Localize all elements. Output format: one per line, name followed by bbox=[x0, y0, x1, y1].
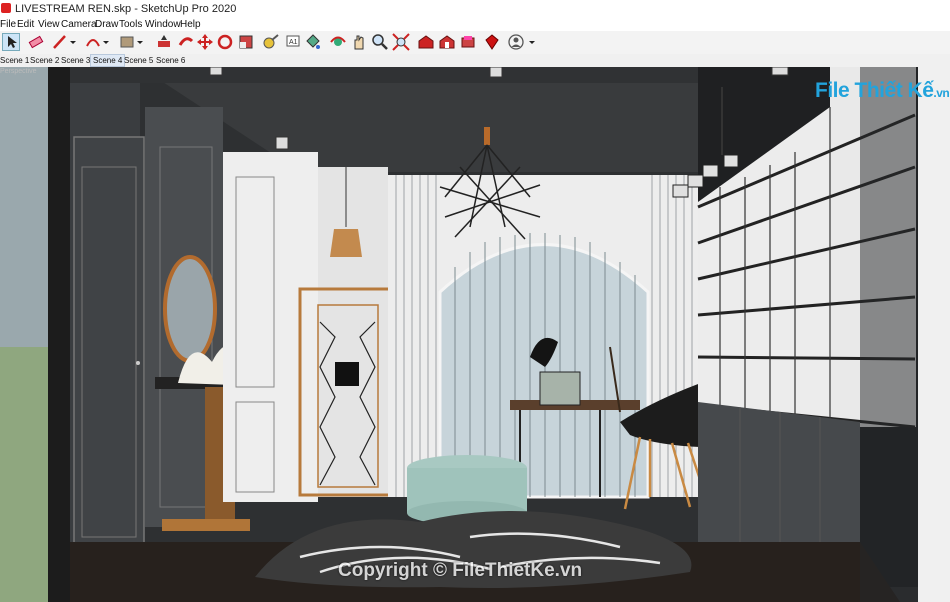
arc-icon[interactable] bbox=[84, 33, 102, 51]
zoom-icon[interactable] bbox=[371, 33, 389, 51]
scene-tab-2[interactable]: Scene 2 bbox=[28, 55, 61, 66]
dropdown-arrow-icon[interactable] bbox=[102, 33, 110, 51]
menu-file[interactable]: File bbox=[0, 19, 16, 30]
extension-warehouse-icon[interactable] bbox=[438, 33, 456, 51]
sketchup-app-icon bbox=[1, 3, 11, 13]
menu-edit[interactable]: Edit bbox=[17, 19, 34, 30]
scene-tab-6[interactable]: Scene 6 bbox=[154, 55, 187, 66]
warehouse-icon[interactable] bbox=[417, 33, 435, 51]
copyright-watermark: Copyright © FileThietKe.vn bbox=[338, 560, 583, 581]
dropdown-arrow-icon[interactable] bbox=[528, 33, 536, 51]
menu-bar: File Edit View Camera Draw Tools Window … bbox=[0, 18, 950, 31]
zoom-extents-icon[interactable] bbox=[392, 33, 410, 51]
svg-text:A1: A1 bbox=[289, 39, 298, 46]
menu-help[interactable]: Help bbox=[180, 19, 201, 30]
orbit-icon[interactable] bbox=[329, 33, 347, 51]
select-icon[interactable] bbox=[2, 33, 20, 51]
dropdown-arrow-icon[interactable] bbox=[136, 33, 144, 51]
push-pull-icon[interactable] bbox=[155, 33, 173, 51]
model-viewport[interactable]: File Thiết Kế.vn bbox=[0, 67, 950, 602]
logo-brand-text: Thiết Kế bbox=[854, 79, 934, 102]
rectangle-icon[interactable] bbox=[118, 33, 136, 51]
menu-tools[interactable]: Tools bbox=[119, 19, 142, 30]
account-icon[interactable] bbox=[507, 33, 525, 51]
logo-suffix-text: .vn bbox=[933, 86, 950, 100]
menu-view[interactable]: View bbox=[38, 19, 60, 30]
pencil-icon[interactable] bbox=[51, 33, 69, 51]
tape-measure-icon[interactable] bbox=[262, 33, 280, 51]
scene-tab-4[interactable]: Scene 4 bbox=[90, 54, 126, 67]
follow-me-icon[interactable] bbox=[177, 33, 195, 51]
toolbar: A1 bbox=[0, 31, 950, 55]
scene-tab-3[interactable]: Scene 3 bbox=[59, 55, 92, 66]
eraser-icon[interactable] bbox=[27, 33, 45, 51]
window-title: LIVESTREAM REN.skp - SketchUp Pro 2020 bbox=[15, 3, 237, 15]
viewport-label: Perspective bbox=[0, 68, 37, 75]
scale-icon[interactable] bbox=[237, 33, 255, 51]
dropdown-arrow-icon[interactable] bbox=[69, 33, 77, 51]
paint-bucket-icon[interactable] bbox=[304, 33, 322, 51]
move-icon[interactable] bbox=[196, 33, 214, 51]
logo-main-text: File bbox=[815, 79, 850, 102]
pan-icon[interactable] bbox=[350, 33, 368, 51]
menu-camera[interactable]: Camera bbox=[61, 19, 97, 30]
scene-tab-1[interactable]: Scene 1 bbox=[0, 55, 31, 66]
menu-window[interactable]: Window bbox=[145, 19, 181, 30]
scene-tabs: Scene 1 Scene 2 Scene 3 Scene 4 Scene 5 … bbox=[0, 54, 950, 67]
scene-tab-5[interactable]: Scene 5 bbox=[122, 55, 155, 66]
room-render bbox=[0, 67, 950, 602]
filethietke-logo: File Thiết Kế.vn bbox=[815, 79, 950, 103]
text-icon[interactable]: A1 bbox=[283, 33, 301, 51]
layout-icon[interactable] bbox=[459, 33, 477, 51]
title-bar: LIVESTREAM REN.skp - SketchUp Pro 2020 bbox=[0, 0, 950, 18]
rotate-icon[interactable] bbox=[216, 33, 234, 51]
ruby-icon[interactable] bbox=[483, 33, 501, 51]
menu-draw[interactable]: Draw bbox=[95, 19, 118, 30]
